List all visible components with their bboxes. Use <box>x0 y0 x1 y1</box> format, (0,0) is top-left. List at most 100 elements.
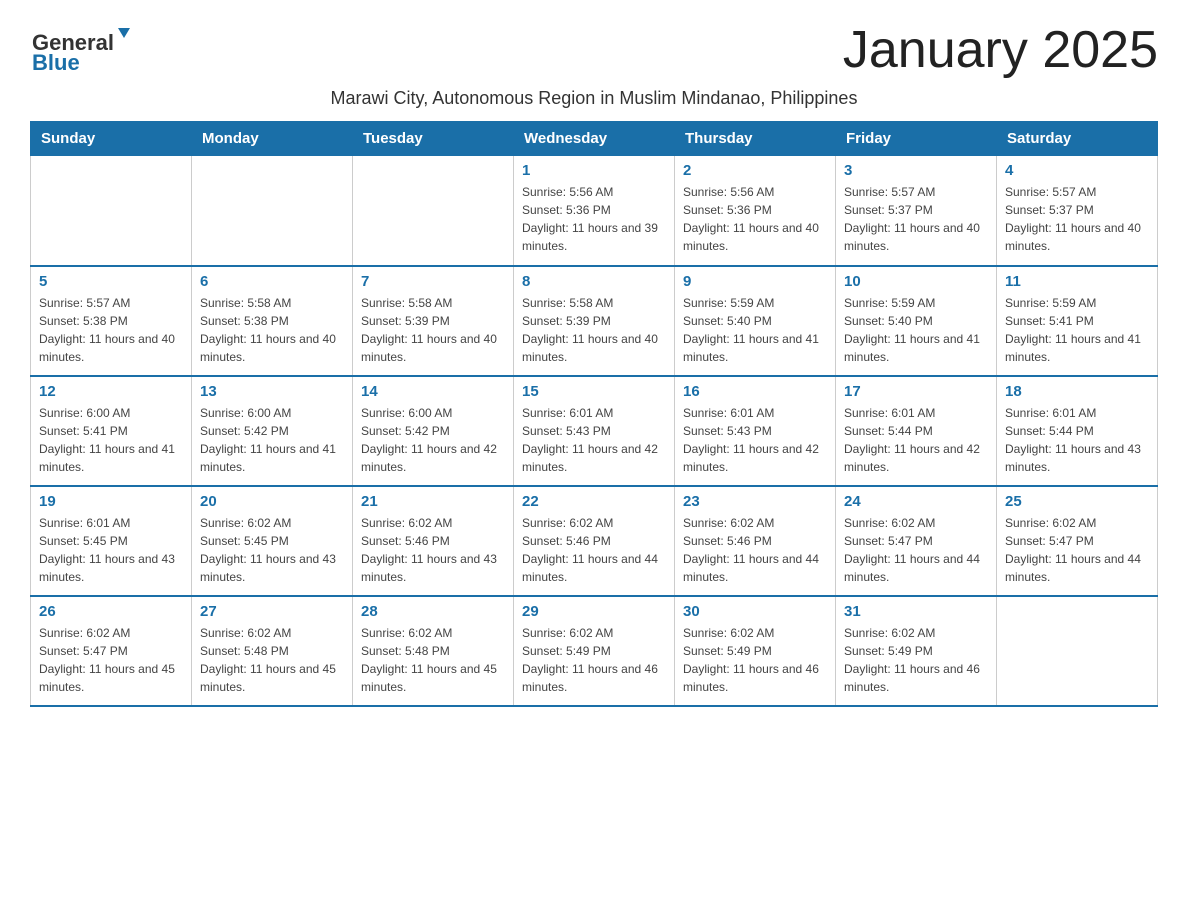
calendar-cell: 20 Sunrise: 6:02 AM Sunset: 5:45 PM Dayli… <box>192 486 353 596</box>
day-info: Sunrise: 6:01 AM Sunset: 5:45 PM Dayligh… <box>39 514 183 586</box>
day-number: 17 <box>844 383 988 400</box>
calendar-cell <box>192 156 353 266</box>
week-row-1: 1Sunrise: 5:56 AM Sunset: 5:36 PM Daylig… <box>31 156 1158 266</box>
calendar-cell: 17 Sunrise: 6:01 AM Sunset: 5:44 PM Dayli… <box>836 376 997 486</box>
day-info: Sunrise: 5:57 AM Sunset: 5:37 PM Dayligh… <box>1005 183 1149 255</box>
day-info: Sunrise: 6:02 AM Sunset: 5:47 PM Dayligh… <box>39 624 183 696</box>
logo: General Blue <box>30 20 150 80</box>
day-info: Sunrise: 6:02 AM Sunset: 5:47 PM Dayligh… <box>844 514 988 586</box>
day-number: 9 <box>683 273 827 290</box>
day-number: 29 <box>522 603 666 620</box>
calendar-cell: 22 Sunrise: 6:02 AM Sunset: 5:46 PM Dayli… <box>514 486 675 596</box>
week-row-2: 5 Sunrise: 5:57 AM Sunset: 5:38 PM Daylig… <box>31 266 1158 376</box>
day-info: Sunrise: 5:59 AM Sunset: 5:40 PM Dayligh… <box>844 294 988 366</box>
day-info: Sunrise: 5:58 AM Sunset: 5:38 PM Dayligh… <box>200 294 344 366</box>
calendar-cell: 25 Sunrise: 6:02 AM Sunset: 5:47 PM Dayli… <box>997 486 1158 596</box>
day-number: 4 <box>1005 162 1149 179</box>
day-number: 11 <box>1005 273 1149 290</box>
calendar-cell: 26Sunrise: 6:02 AM Sunset: 5:47 PM Dayli… <box>31 596 192 706</box>
day-number: 25 <box>1005 493 1149 510</box>
header-wednesday: Wednesday <box>514 122 675 156</box>
day-number: 2 <box>683 162 827 179</box>
week-row-5: 26Sunrise: 6:02 AM Sunset: 5:47 PM Dayli… <box>31 596 1158 706</box>
calendar-cell: 4 Sunrise: 5:57 AM Sunset: 5:37 PM Daylig… <box>997 156 1158 266</box>
day-info: Sunrise: 5:58 AM Sunset: 5:39 PM Dayligh… <box>361 294 505 366</box>
day-number: 3 <box>844 162 988 179</box>
day-number: 20 <box>200 493 344 510</box>
calendar-cell: 29 Sunrise: 6:02 AM Sunset: 5:49 PM Dayli… <box>514 596 675 706</box>
day-info: Sunrise: 6:02 AM Sunset: 5:48 PM Dayligh… <box>361 624 505 696</box>
page-title: January 2025 <box>843 20 1158 80</box>
day-number: 8 <box>522 273 666 290</box>
day-info: Sunrise: 6:00 AM Sunset: 5:42 PM Dayligh… <box>200 404 344 476</box>
day-info: Sunrise: 6:02 AM Sunset: 5:49 PM Dayligh… <box>522 624 666 696</box>
day-info: Sunrise: 5:59 AM Sunset: 5:40 PM Dayligh… <box>683 294 827 366</box>
day-info: Sunrise: 6:02 AM Sunset: 5:46 PM Dayligh… <box>683 514 827 586</box>
day-info: Sunrise: 6:02 AM Sunset: 5:45 PM Dayligh… <box>200 514 344 586</box>
day-number: 5 <box>39 273 183 290</box>
day-info: Sunrise: 6:00 AM Sunset: 5:42 PM Dayligh… <box>361 404 505 476</box>
day-info: Sunrise: 5:59 AM Sunset: 5:41 PM Dayligh… <box>1005 294 1149 366</box>
calendar-cell: 31 Sunrise: 6:02 AM Sunset: 5:49 PM Dayli… <box>836 596 997 706</box>
day-number: 28 <box>361 603 505 620</box>
day-number: 19 <box>39 493 183 510</box>
day-number: 15 <box>522 383 666 400</box>
day-info: Sunrise: 6:02 AM Sunset: 5:48 PM Dayligh… <box>200 624 344 696</box>
calendar-cell: 27 Sunrise: 6:02 AM Sunset: 5:48 PM Dayli… <box>192 596 353 706</box>
day-number: 22 <box>522 493 666 510</box>
day-info: Sunrise: 5:57 AM Sunset: 5:38 PM Dayligh… <box>39 294 183 366</box>
week-row-4: 19 Sunrise: 6:01 AM Sunset: 5:45 PM Dayli… <box>31 486 1158 596</box>
day-info: Sunrise: 6:01 AM Sunset: 5:44 PM Dayligh… <box>1005 404 1149 476</box>
day-number: 21 <box>361 493 505 510</box>
calendar-cell: 10 Sunrise: 5:59 AM Sunset: 5:40 PM Dayli… <box>836 266 997 376</box>
day-number: 18 <box>1005 383 1149 400</box>
calendar-cell: 23 Sunrise: 6:02 AM Sunset: 5:46 PM Dayli… <box>675 486 836 596</box>
calendar-cell <box>31 156 192 266</box>
calendar-body: 1Sunrise: 5:56 AM Sunset: 5:36 PM Daylig… <box>31 156 1158 706</box>
header-thursday: Thursday <box>675 122 836 156</box>
day-info: Sunrise: 5:58 AM Sunset: 5:39 PM Dayligh… <box>522 294 666 366</box>
calendar-cell: 8 Sunrise: 5:58 AM Sunset: 5:39 PM Daylig… <box>514 266 675 376</box>
day-info: Sunrise: 5:56 AM Sunset: 5:36 PM Dayligh… <box>522 183 666 255</box>
calendar-cell: 24 Sunrise: 6:02 AM Sunset: 5:47 PM Dayli… <box>836 486 997 596</box>
header-row: SundayMondayTuesdayWednesdayThursdayFrid… <box>31 122 1158 156</box>
day-number: 30 <box>683 603 827 620</box>
calendar-cell: 6Sunrise: 5:58 AM Sunset: 5:38 PM Daylig… <box>192 266 353 376</box>
day-number: 24 <box>844 493 988 510</box>
day-number: 10 <box>844 273 988 290</box>
day-number: 23 <box>683 493 827 510</box>
calendar-cell: 15Sunrise: 6:01 AM Sunset: 5:43 PM Dayli… <box>514 376 675 486</box>
day-info: Sunrise: 6:02 AM Sunset: 5:47 PM Dayligh… <box>1005 514 1149 586</box>
calendar-cell: 19 Sunrise: 6:01 AM Sunset: 5:45 PM Dayli… <box>31 486 192 596</box>
calendar-cell: 16 Sunrise: 6:01 AM Sunset: 5:43 PM Dayli… <box>675 376 836 486</box>
calendar-cell: 21 Sunrise: 6:02 AM Sunset: 5:46 PM Dayli… <box>353 486 514 596</box>
day-info: Sunrise: 6:02 AM Sunset: 5:46 PM Dayligh… <box>522 514 666 586</box>
day-number: 16 <box>683 383 827 400</box>
header-friday: Friday <box>836 122 997 156</box>
logo-general: General Blue <box>30 20 150 80</box>
header-monday: Monday <box>192 122 353 156</box>
day-info: Sunrise: 6:02 AM Sunset: 5:46 PM Dayligh… <box>361 514 505 586</box>
calendar-cell: 14Sunrise: 6:00 AM Sunset: 5:42 PM Dayli… <box>353 376 514 486</box>
calendar-table: SundayMondayTuesdayWednesdayThursdayFrid… <box>30 121 1158 707</box>
day-info: Sunrise: 6:01 AM Sunset: 5:44 PM Dayligh… <box>844 404 988 476</box>
calendar-cell: 3 Sunrise: 5:57 AM Sunset: 5:37 PM Daylig… <box>836 156 997 266</box>
day-info: Sunrise: 6:02 AM Sunset: 5:49 PM Dayligh… <box>683 624 827 696</box>
day-info: Sunrise: 6:01 AM Sunset: 5:43 PM Dayligh… <box>683 404 827 476</box>
header: General Blue January 2025 <box>30 20 1158 80</box>
week-row-3: 12Sunrise: 6:00 AM Sunset: 5:41 PM Dayli… <box>31 376 1158 486</box>
day-number: 31 <box>844 603 988 620</box>
calendar-cell: 11 Sunrise: 5:59 AM Sunset: 5:41 PM Dayli… <box>997 266 1158 376</box>
calendar-cell: 28 Sunrise: 6:02 AM Sunset: 5:48 PM Dayli… <box>353 596 514 706</box>
day-info: Sunrise: 5:57 AM Sunset: 5:37 PM Dayligh… <box>844 183 988 255</box>
header-saturday: Saturday <box>997 122 1158 156</box>
header-tuesday: Tuesday <box>353 122 514 156</box>
calendar-cell: 18 Sunrise: 6:01 AM Sunset: 5:44 PM Dayli… <box>997 376 1158 486</box>
day-info: Sunrise: 6:02 AM Sunset: 5:49 PM Dayligh… <box>844 624 988 696</box>
svg-text:Blue: Blue <box>32 50 80 75</box>
calendar-cell: 1Sunrise: 5:56 AM Sunset: 5:36 PM Daylig… <box>514 156 675 266</box>
day-info: Sunrise: 5:56 AM Sunset: 5:36 PM Dayligh… <box>683 183 827 255</box>
subtitle: Marawi City, Autonomous Region in Muslim… <box>30 88 1158 109</box>
calendar-cell: 30 Sunrise: 6:02 AM Sunset: 5:49 PM Dayli… <box>675 596 836 706</box>
day-number: 27 <box>200 603 344 620</box>
